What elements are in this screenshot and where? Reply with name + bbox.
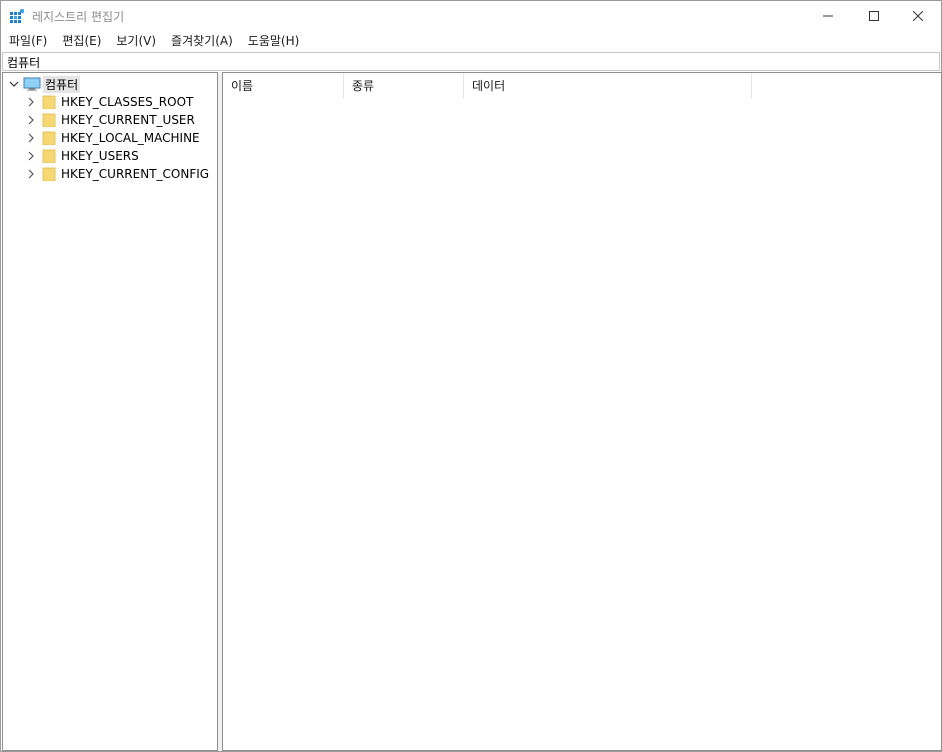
- tree-item-label: HKEY_CLASSES_ROOT: [61, 95, 194, 109]
- values-list-pane[interactable]: 이름 종류 데이터: [222, 72, 942, 751]
- folder-icon: [42, 131, 56, 145]
- tree-item-hkey-local-machine[interactable]: HKEY_LOCAL_MACHINE: [3, 129, 217, 147]
- menu-edit[interactable]: 편집(E): [54, 31, 108, 51]
- tree-item-hkey-current-config[interactable]: HKEY_CURRENT_CONFIG: [3, 165, 217, 183]
- minimize-button[interactable]: [805, 1, 851, 31]
- folder-icon: [42, 149, 56, 163]
- column-header-data[interactable]: 데이터: [464, 73, 752, 99]
- maximize-button[interactable]: [851, 1, 897, 31]
- menu-view[interactable]: 보기(V): [108, 31, 163, 51]
- close-button[interactable]: [895, 1, 941, 31]
- folder-icon: [42, 113, 56, 127]
- chevron-right-icon[interactable]: [25, 150, 37, 162]
- menu-bar: 파일(F) 편집(E) 보기(V) 즐겨찾기(A) 도움말(H): [1, 31, 941, 51]
- chevron-right-icon[interactable]: [25, 96, 37, 108]
- window-title: 레지스트리 편집기: [32, 10, 125, 24]
- menu-favorites[interactable]: 즐겨찾기(A): [163, 31, 240, 51]
- menu-file[interactable]: 파일(F): [1, 31, 54, 51]
- minimize-icon: [823, 15, 833, 17]
- title-bar[interactable]: 레지스트리 편집기: [1, 1, 941, 31]
- maximize-icon: [869, 11, 879, 21]
- folder-icon: [42, 167, 56, 181]
- address-bar[interactable]: 컴퓨터: [2, 52, 940, 71]
- tree-item-label: HKEY_CURRENT_USER: [61, 113, 195, 127]
- tree-pane[interactable]: 컴퓨터 HKEY_CLASSES_ROOT HKEY_CURRENT_USER: [2, 72, 218, 751]
- chevron-down-icon[interactable]: [8, 78, 20, 90]
- menu-help[interactable]: 도움말(H): [240, 31, 307, 51]
- chevron-right-icon[interactable]: [25, 132, 37, 144]
- computer-icon: [23, 77, 41, 91]
- chevron-right-icon[interactable]: [25, 114, 37, 126]
- registry-editor-window: 레지스트리 편집기 파일(F) 편집(E) 보기(V) 즐겨찾기(A) 도움말(…: [0, 0, 942, 752]
- tree-item-hkey-users[interactable]: HKEY_USERS: [3, 147, 217, 165]
- registry-editor-icon: [10, 9, 24, 23]
- tree-item-label: 컴퓨터: [43, 76, 81, 93]
- tree-item-label: HKEY_LOCAL_MACHINE: [61, 131, 200, 145]
- tree-item-label: HKEY_CURRENT_CONFIG: [61, 167, 210, 181]
- chevron-right-icon[interactable]: [25, 168, 37, 180]
- tree-item-computer[interactable]: 컴퓨터: [3, 75, 217, 93]
- address-path: 컴퓨터: [7, 56, 41, 70]
- column-header-type[interactable]: 종류: [344, 73, 464, 99]
- tree-item-label: HKEY_USERS: [61, 149, 139, 163]
- tree-item-hkey-current-user[interactable]: HKEY_CURRENT_USER: [3, 111, 217, 129]
- column-header-name[interactable]: 이름: [223, 73, 344, 99]
- folder-icon: [42, 95, 56, 109]
- tree-item-hkey-classes-root[interactable]: HKEY_CLASSES_ROOT: [3, 93, 217, 111]
- close-icon: [913, 11, 923, 21]
